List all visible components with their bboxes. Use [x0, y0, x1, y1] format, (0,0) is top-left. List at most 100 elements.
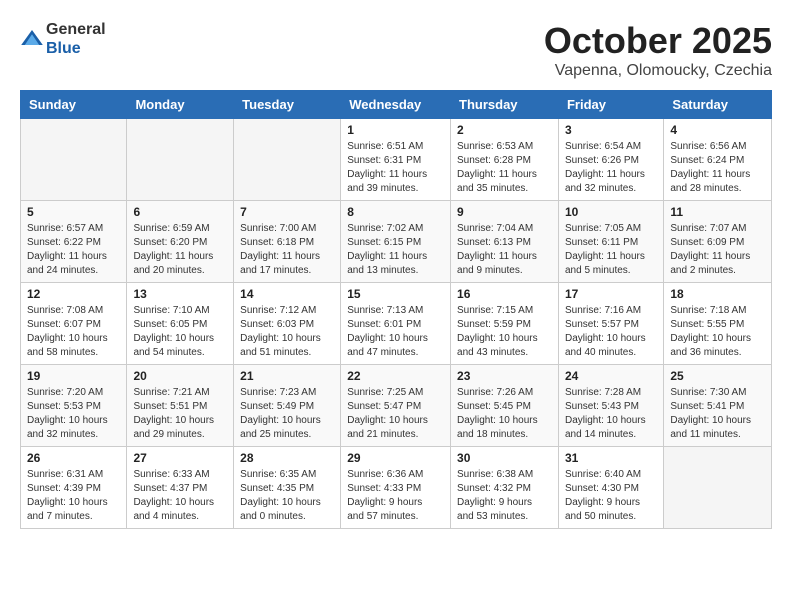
day-info: Sunrise: 7:05 AM Sunset: 6:11 PM Dayligh…: [565, 222, 657, 278]
page-header: General Blue October 2025 Vapenna, Olomo…: [20, 20, 772, 80]
day-info: Sunrise: 7:00 AM Sunset: 6:18 PM Dayligh…: [240, 222, 334, 278]
day-number: 27: [133, 451, 227, 465]
calendar-cell: 9 Sunrise: 7:04 AM Sunset: 6:13 PM Daylig…: [451, 201, 559, 283]
calendar-cell: 6Sunrise: 6:59 AM Sunset: 6:20 PM Daylig…: [127, 201, 234, 283]
weekday-header-row: SundayMondayTuesdayWednesdayThursdayFrid…: [21, 91, 772, 119]
day-number: 12: [27, 287, 120, 301]
day-number: 13: [133, 287, 227, 301]
calendar-week-row: 1Sunrise: 6:51 AM Sunset: 6:31 PM Daylig…: [21, 119, 772, 201]
day-info: Sunrise: 6:38 AM Sunset: 4:32 PM Dayligh…: [457, 468, 552, 524]
calendar-cell: 11Sunrise: 7:07 AM Sunset: 6:09 PM Dayli…: [664, 201, 772, 283]
day-info: Sunrise: 7:15 AM Sunset: 5:59 PM Dayligh…: [457, 304, 552, 360]
calendar-cell: 2Sunrise: 6:53 AM Sunset: 6:28 PM Daylig…: [451, 119, 559, 201]
day-number: 20: [133, 369, 227, 383]
calendar-cell: [234, 119, 341, 201]
day-number: 9: [457, 205, 552, 219]
calendar-cell: 13 Sunrise: 7:10 AM Sunset: 6:05 PM Dayli…: [127, 283, 234, 365]
day-number: 30: [457, 451, 552, 465]
day-info: Sunrise: 7:25 AM Sunset: 5:47 PM Dayligh…: [347, 386, 444, 442]
day-info: Sunrise: 7:18 AM Sunset: 5:55 PM Dayligh…: [670, 304, 765, 360]
day-number: 1: [347, 123, 444, 137]
calendar-cell: 21Sunrise: 7:23 AM Sunset: 5:49 PM Dayli…: [234, 365, 341, 447]
day-info: Sunrise: 7:26 AM Sunset: 5:45 PM Dayligh…: [457, 386, 552, 442]
weekday-header: Monday: [127, 91, 234, 119]
day-info: Sunrise: 7:13 AM Sunset: 6:01 PM Dayligh…: [347, 304, 444, 360]
day-number: 25: [670, 369, 765, 383]
day-info: Sunrise: 7:23 AM Sunset: 5:49 PM Dayligh…: [240, 386, 334, 442]
calendar-cell: 20 Sunrise: 7:21 AM Sunset: 5:51 PM Dayli…: [127, 365, 234, 447]
calendar-cell: 26Sunrise: 6:31 AM Sunset: 4:39 PM Dayli…: [21, 447, 127, 529]
day-number: 31: [565, 451, 657, 465]
day-info: Sunrise: 6:31 AM Sunset: 4:39 PM Dayligh…: [27, 468, 120, 524]
weekday-header: Thursday: [451, 91, 559, 119]
day-info: Sunrise: 6:35 AM Sunset: 4:35 PM Dayligh…: [240, 468, 334, 524]
calendar-cell: 27 Sunrise: 6:33 AM Sunset: 4:37 PM Dayli…: [127, 447, 234, 529]
calendar-cell: 30 Sunrise: 6:38 AM Sunset: 4:32 PM Dayli…: [451, 447, 559, 529]
calendar-cell: 29Sunrise: 6:36 AM Sunset: 4:33 PM Dayli…: [341, 447, 451, 529]
month-title: October 2025: [544, 20, 772, 62]
calendar-week-row: 19 Sunrise: 7:20 AM Sunset: 5:53 PM Dayli…: [21, 365, 772, 447]
day-number: 10: [565, 205, 657, 219]
calendar-cell: 19 Sunrise: 7:20 AM Sunset: 5:53 PM Dayli…: [21, 365, 127, 447]
day-info: Sunrise: 6:33 AM Sunset: 4:37 PM Dayligh…: [133, 468, 227, 524]
calendar-cell: 18 Sunrise: 7:18 AM Sunset: 5:55 PM Dayli…: [664, 283, 772, 365]
weekday-header: Friday: [558, 91, 663, 119]
calendar-cell: 4 Sunrise: 6:56 AM Sunset: 6:24 PM Daylig…: [664, 119, 772, 201]
calendar-cell: 25 Sunrise: 7:30 AM Sunset: 5:41 PM Dayli…: [664, 365, 772, 447]
calendar-cell: 8Sunrise: 7:02 AM Sunset: 6:15 PM Daylig…: [341, 201, 451, 283]
day-info: Sunrise: 7:10 AM Sunset: 6:05 PM Dayligh…: [133, 304, 227, 360]
day-info: Sunrise: 7:16 AM Sunset: 5:57 PM Dayligh…: [565, 304, 657, 360]
day-number: 15: [347, 287, 444, 301]
calendar-cell: 10 Sunrise: 7:05 AM Sunset: 6:11 PM Dayli…: [558, 201, 663, 283]
day-info: Sunrise: 6:40 AM Sunset: 4:30 PM Dayligh…: [565, 468, 657, 524]
logo: General Blue: [20, 20, 106, 58]
title-section: October 2025 Vapenna, Olomoucky, Czechia: [544, 20, 772, 80]
day-info: Sunrise: 7:30 AM Sunset: 5:41 PM Dayligh…: [670, 386, 765, 442]
calendar-cell: 3 Sunrise: 6:54 AM Sunset: 6:26 PM Daylig…: [558, 119, 663, 201]
day-number: 18: [670, 287, 765, 301]
day-number: 6: [133, 205, 227, 219]
day-info: Sunrise: 7:20 AM Sunset: 5:53 PM Dayligh…: [27, 386, 120, 442]
day-number: 24: [565, 369, 657, 383]
weekday-header: Saturday: [664, 91, 772, 119]
day-number: 5: [27, 205, 120, 219]
day-number: 4: [670, 123, 765, 137]
day-info: Sunrise: 6:36 AM Sunset: 4:33 PM Dayligh…: [347, 468, 444, 524]
calendar-cell: 16 Sunrise: 7:15 AM Sunset: 5:59 PM Dayli…: [451, 283, 559, 365]
calendar-cell: [664, 447, 772, 529]
day-number: 14: [240, 287, 334, 301]
day-number: 2: [457, 123, 552, 137]
calendar-cell: 24 Sunrise: 7:28 AM Sunset: 5:43 PM Dayli…: [558, 365, 663, 447]
day-info: Sunrise: 7:21 AM Sunset: 5:51 PM Dayligh…: [133, 386, 227, 442]
day-number: 19: [27, 369, 120, 383]
calendar-week-row: 26Sunrise: 6:31 AM Sunset: 4:39 PM Dayli…: [21, 447, 772, 529]
calendar-cell: 23 Sunrise: 7:26 AM Sunset: 5:45 PM Dayli…: [451, 365, 559, 447]
weekday-header: Tuesday: [234, 91, 341, 119]
day-info: Sunrise: 7:08 AM Sunset: 6:07 PM Dayligh…: [27, 304, 120, 360]
day-number: 22: [347, 369, 444, 383]
logo-text: General Blue: [46, 20, 106, 58]
calendar-cell: 15 Sunrise: 7:13 AM Sunset: 6:01 PM Dayli…: [341, 283, 451, 365]
day-number: 7: [240, 205, 334, 219]
day-info: Sunrise: 7:12 AM Sunset: 6:03 PM Dayligh…: [240, 304, 334, 360]
day-number: 23: [457, 369, 552, 383]
day-info: Sunrise: 7:28 AM Sunset: 5:43 PM Dayligh…: [565, 386, 657, 442]
calendar-cell: 17 Sunrise: 7:16 AM Sunset: 5:57 PM Dayli…: [558, 283, 663, 365]
calendar-week-row: 12 Sunrise: 7:08 AM Sunset: 6:07 PM Dayli…: [21, 283, 772, 365]
calendar-cell: 22 Sunrise: 7:25 AM Sunset: 5:47 PM Dayli…: [341, 365, 451, 447]
day-info: Sunrise: 7:04 AM Sunset: 6:13 PM Dayligh…: [457, 222, 552, 278]
day-number: 17: [565, 287, 657, 301]
weekday-header: Sunday: [21, 91, 127, 119]
calendar-table: SundayMondayTuesdayWednesdayThursdayFrid…: [20, 90, 772, 529]
logo-blue: Blue: [46, 39, 106, 58]
weekday-header: Wednesday: [341, 91, 451, 119]
day-info: Sunrise: 7:07 AM Sunset: 6:09 PM Dayligh…: [670, 222, 765, 278]
logo-general: General: [46, 20, 106, 39]
day-info: Sunrise: 6:54 AM Sunset: 6:26 PM Dayligh…: [565, 140, 657, 196]
day-number: 8: [347, 205, 444, 219]
day-number: 16: [457, 287, 552, 301]
calendar-cell: 14 Sunrise: 7:12 AM Sunset: 6:03 PM Dayli…: [234, 283, 341, 365]
logo-icon: [20, 27, 44, 51]
day-number: 3: [565, 123, 657, 137]
day-info: Sunrise: 6:56 AM Sunset: 6:24 PM Dayligh…: [670, 140, 765, 196]
